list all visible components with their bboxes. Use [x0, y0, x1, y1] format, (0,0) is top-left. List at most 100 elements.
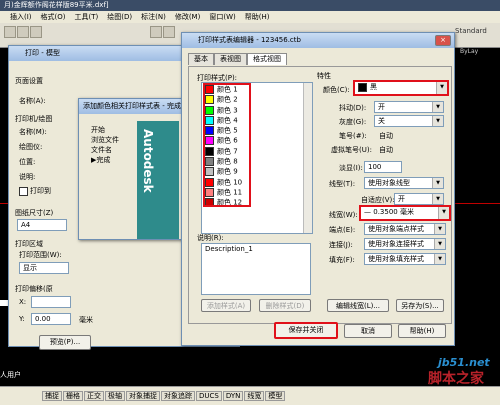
- adaptive-label: 自适应(V):: [361, 196, 395, 204]
- status-polar[interactable]: 极轴: [105, 391, 125, 401]
- linetype-label: 线型(T):: [329, 180, 356, 188]
- offset-unit-label: 毫米: [79, 316, 93, 324]
- screening-input[interactable]: 100: [364, 161, 402, 173]
- chevron-down-icon: ▼: [432, 102, 443, 112]
- save-as-button[interactable]: 另存为(S)...: [396, 299, 444, 312]
- grayscale-label: 灰度(G):: [339, 118, 367, 126]
- adaptive-value: 开: [398, 195, 405, 203]
- printer-name-label: 名称(M):: [19, 128, 47, 136]
- edit-lineweights-button[interactable]: 编辑线宽(L)...: [327, 299, 389, 312]
- toolbar-button[interactable]: [150, 26, 162, 38]
- fillstyle-value: 使用对象填充样式: [368, 255, 424, 263]
- wizard-step: 文件名: [91, 146, 112, 154]
- status-model[interactable]: 模型: [265, 391, 286, 401]
- description-label: 说明(R):: [197, 234, 224, 242]
- tab-table-view[interactable]: 表视图: [214, 53, 247, 65]
- paper-size-select[interactable]: A4: [17, 219, 67, 231]
- pen-label: 笔号(#):: [339, 132, 367, 140]
- wizard-step: 浏览文件: [91, 136, 119, 144]
- toolbar-button[interactable]: [30, 26, 42, 38]
- endstyle-label: 端点(E):: [329, 226, 356, 234]
- dither-value: 开: [378, 103, 385, 111]
- wizard-banner: Autodesk: [137, 121, 179, 239]
- add-style-button[interactable]: 添加样式(A): [201, 299, 251, 312]
- print-area-label: 打印区域: [15, 240, 43, 248]
- wizard-step: 完成: [96, 156, 111, 164]
- chevron-down-icon: ▼: [434, 239, 445, 249]
- print-range-select[interactable]: 显示: [19, 262, 69, 274]
- paper-size-label: 图纸尺寸(Z): [15, 209, 54, 217]
- color-select[interactable]: 黑 ▼: [353, 80, 449, 96]
- menu-help[interactable]: 帮助(H): [245, 13, 270, 21]
- list-scrollbar[interactable]: [303, 83, 312, 233]
- offset-x-input[interactable]: [31, 296, 71, 308]
- adaptive-select[interactable]: 开 ▼: [394, 193, 444, 205]
- close-icon[interactable]: ×: [435, 35, 451, 46]
- wizard-steps: 开始 浏览文件 文件名 ▶完成: [91, 125, 119, 165]
- menu-modify[interactable]: 修改(M): [175, 13, 201, 21]
- status-osnap[interactable]: 对象捕捉: [126, 391, 160, 401]
- lineweight-line-icon: —: [364, 208, 371, 216]
- fillstyle-select[interactable]: 使用对象填充样式 ▼: [364, 253, 446, 265]
- location-label: 位置:: [19, 158, 36, 166]
- status-grid[interactable]: 栅格: [63, 391, 83, 401]
- toolbar-button[interactable]: [163, 26, 175, 38]
- form-view-panel: 打印样式(P): 颜色 1 颜色 2 颜色 3 颜色 4 颜色 5 颜色 6 颜色 7 颜色 …: [188, 66, 452, 324]
- virtual-pen-label: 虚拟笔号(U):: [331, 146, 372, 154]
- plotter-label: 绘图仪:: [19, 143, 43, 151]
- joinstyle-value: 使用对象连接样式: [368, 240, 424, 248]
- screening-label: 淡显(I):: [339, 164, 363, 172]
- menu-format[interactable]: 格式(O): [41, 13, 66, 21]
- tab-basic[interactable]: 基本: [188, 53, 214, 65]
- status-otrack[interactable]: 对象追踪: [161, 391, 195, 401]
- print-to-file-checkbox[interactable]: [19, 187, 28, 196]
- menu-insert[interactable]: 插入(I): [10, 13, 32, 21]
- menu-window[interactable]: 窗口(W): [209, 13, 235, 21]
- tab-form-view[interactable]: 格式视图: [247, 53, 287, 65]
- status-ducs[interactable]: DUCS: [196, 391, 222, 401]
- help-button[interactable]: 帮助(H): [398, 324, 446, 338]
- style-label: Standard: [455, 27, 487, 35]
- preview-button[interactable]: 预览(P)...: [39, 335, 91, 350]
- joinstyle-select[interactable]: 使用对象连接样式 ▼: [364, 238, 446, 250]
- grayscale-select[interactable]: 关 ▼: [374, 115, 444, 127]
- toolbar-button[interactable]: [4, 26, 16, 38]
- status-snap[interactable]: 捕捉: [42, 391, 62, 401]
- save-close-button[interactable]: 保存并关闭: [274, 322, 338, 339]
- cancel-button[interactable]: 取消: [344, 324, 392, 338]
- linetype-value: 使用对象线型: [368, 179, 410, 187]
- wizard-step: 开始: [91, 126, 105, 134]
- description-field[interactable]: Description_1: [201, 243, 311, 295]
- pen-value: 自动: [379, 132, 393, 140]
- print-range-label: 打印范围(W):: [19, 251, 62, 259]
- lineweight-select[interactable]: — 0.3500 毫米 ▼: [359, 205, 451, 221]
- description-value: Description_1: [205, 245, 253, 253]
- menu-draw[interactable]: 绘图(D): [107, 13, 132, 21]
- properties-title: 特性: [317, 72, 331, 80]
- menu-dimension[interactable]: 标注(N): [141, 13, 166, 21]
- toolbar-button[interactable]: [17, 26, 29, 38]
- dither-select[interactable]: 开 ▼: [374, 101, 444, 113]
- delete-style-button[interactable]: 删除样式(D): [259, 299, 311, 312]
- linetype-select[interactable]: 使用对象线型 ▼: [364, 177, 444, 189]
- menu-tools[interactable]: 工具(T): [75, 13, 99, 21]
- status-lweight[interactable]: 线宽: [244, 391, 265, 401]
- status-dyn[interactable]: DYN: [222, 391, 244, 401]
- print-to-file-label: 打印到: [30, 187, 51, 195]
- page-setup-label: 页面设置: [15, 77, 43, 85]
- status-ortho[interactable]: 正交: [84, 391, 104, 401]
- offset-y-input[interactable]: 0.00: [31, 313, 71, 325]
- chevron-down-icon: ▼: [436, 82, 447, 94]
- lineweight-value: 0.3500 毫米: [373, 208, 414, 216]
- print-range-value: 显示: [23, 264, 37, 272]
- chevron-down-icon: ▼: [432, 194, 443, 204]
- bylayer-label: ByLay: [460, 48, 479, 55]
- chevron-down-icon: ▼: [432, 116, 443, 126]
- cad-menu-bar: 插入(I) 格式(O) 工具(T) 绘图(D) 标注(N) 修改(M) 窗口(W) 帮助(H): [0, 11, 500, 23]
- endstyle-value: 使用对象端点样式: [368, 225, 424, 233]
- color-swatch: [358, 82, 367, 92]
- lineweight-label: 线宽(W):: [329, 211, 358, 219]
- dither-label: 抖动(D):: [339, 104, 367, 112]
- endstyle-select[interactable]: 使用对象端点样式 ▼: [364, 223, 446, 235]
- grayscale-value: 关: [378, 117, 385, 125]
